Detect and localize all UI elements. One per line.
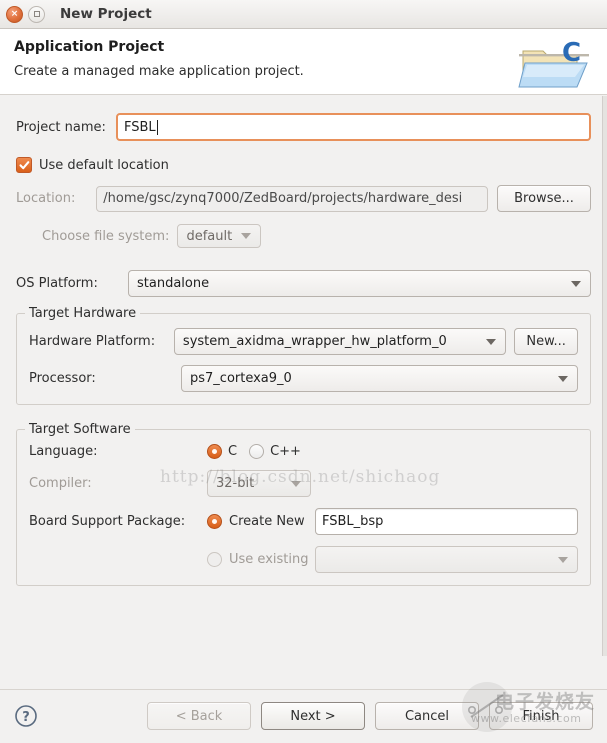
- compiler-label: Compiler:: [29, 476, 207, 491]
- dialog-body: Project name: FSBL Use default location …: [0, 95, 607, 689]
- cancel-button[interactable]: Cancel: [375, 702, 479, 730]
- page-title: Application Project: [14, 39, 593, 55]
- text-caret: [157, 120, 158, 135]
- chevron-down-icon: [558, 557, 568, 563]
- hardware-platform-row: Hardware Platform: system_axidma_wrapper…: [29, 328, 578, 355]
- processor-combo[interactable]: ps7_cortexa9_0: [181, 365, 578, 392]
- page-description: Create a managed make application projec…: [14, 64, 593, 79]
- hardware-platform-combo[interactable]: system_axidma_wrapper_hw_platform_0: [174, 328, 506, 355]
- chevron-down-icon: [291, 481, 301, 487]
- wizard-header: Application Project Create a managed mak…: [0, 29, 607, 95]
- help-question-icon[interactable]: ?: [14, 704, 38, 728]
- location-row: Location: /home/gsc/zynq7000/ZedBoard/pr…: [16, 185, 591, 212]
- location-input: /home/gsc/zynq7000/ZedBoard/projects/har…: [96, 186, 488, 212]
- maximize-icon[interactable]: [28, 6, 45, 23]
- back-button: < Back: [147, 702, 251, 730]
- target-software-group: Target Software Language: C C++ Compiler…: [16, 429, 591, 586]
- close-icon[interactable]: ×: [6, 6, 23, 23]
- bsp-create-new-label: Create New: [229, 514, 315, 529]
- use-default-location-row[interactable]: Use default location: [16, 157, 591, 173]
- use-default-location-label: Use default location: [39, 158, 169, 173]
- bsp-radio-use-existing: [207, 552, 222, 567]
- project-name-value: FSBL: [124, 120, 156, 135]
- bsp-existing-combo: [315, 546, 578, 573]
- project-name-input[interactable]: FSBL: [116, 113, 591, 141]
- project-name-row: Project name: FSBL: [16, 113, 591, 141]
- language-option-c-label: C: [228, 444, 237, 459]
- language-row: Language: C C++: [29, 444, 578, 459]
- dialog-footer: ? < Back Next > Cancel Finish: [0, 689, 607, 742]
- os-platform-row: OS Platform: standalone: [16, 270, 591, 297]
- file-system-value: default: [186, 229, 232, 244]
- radio-dot: [212, 449, 217, 454]
- compiler-combo: 32-bit: [207, 470, 311, 497]
- os-platform-label: OS Platform:: [16, 276, 128, 291]
- bsp-radio-create-new[interactable]: [207, 514, 222, 529]
- bsp-name-input[interactable]: FSBL_bsp: [315, 508, 578, 535]
- project-name-label: Project name:: [16, 120, 116, 135]
- bsp-name-value: FSBL_bsp: [322, 514, 383, 529]
- location-label: Location:: [16, 191, 96, 206]
- language-radio-c[interactable]: [207, 444, 222, 459]
- target-hardware-group: Target Hardware Hardware Platform: syste…: [16, 313, 591, 405]
- use-default-location-checkbox[interactable]: [16, 157, 32, 173]
- window-title: New Project: [60, 6, 152, 22]
- bsp-create-new-row: Board Support Package: Create New FSBL_b…: [29, 508, 578, 535]
- target-software-legend: Target Software: [25, 422, 135, 437]
- title-bar: × New Project: [0, 0, 607, 29]
- compiler-row: Compiler: 32-bit: [29, 470, 578, 497]
- c-project-folder-icon: C: [517, 37, 593, 93]
- bsp-use-existing-label: Use existing: [229, 552, 315, 567]
- language-option-cpp-label: C++: [270, 444, 301, 459]
- location-value: /home/gsc/zynq7000/ZedBoard/projects/har…: [103, 191, 462, 206]
- os-platform-combo[interactable]: standalone: [128, 270, 591, 297]
- language-radio-cpp[interactable]: [249, 444, 264, 459]
- hardware-platform-value: system_axidma_wrapper_hw_platform_0: [183, 334, 447, 349]
- bsp-use-existing-row: Use existing: [29, 546, 578, 573]
- chevron-down-icon: [571, 281, 581, 287]
- maximize-square: [34, 11, 40, 17]
- footer-button-group: < Back Next > Cancel Finish: [147, 702, 593, 730]
- svg-text:?: ?: [22, 710, 30, 725]
- file-system-combo: default: [177, 224, 261, 248]
- check-icon: [19, 160, 30, 171]
- file-system-label: Choose file system:: [42, 229, 169, 244]
- chevron-down-icon: [486, 339, 496, 345]
- vertical-scrollbar[interactable]: [602, 96, 607, 656]
- compiler-value: 32-bit: [216, 476, 254, 491]
- target-hardware-legend: Target Hardware: [25, 306, 140, 321]
- os-platform-value: standalone: [137, 276, 209, 291]
- new-project-dialog: × New Project Application Project Create…: [0, 0, 607, 743]
- bsp-label: Board Support Package:: [29, 514, 207, 529]
- processor-row: Processor: ps7_cortexa9_0: [29, 365, 578, 392]
- file-system-row: Choose file system: default: [16, 224, 591, 248]
- next-button[interactable]: Next >: [261, 702, 365, 730]
- processor-value: ps7_cortexa9_0: [190, 371, 292, 386]
- browse-button[interactable]: Browse...: [497, 185, 591, 212]
- processor-label: Processor:: [29, 371, 181, 386]
- chevron-down-icon: [241, 233, 251, 239]
- hardware-platform-label: Hardware Platform:: [29, 334, 174, 349]
- new-hardware-platform-button[interactable]: New...: [514, 328, 578, 355]
- chevron-down-icon: [558, 376, 568, 382]
- radio-dot: [212, 519, 217, 524]
- language-label: Language:: [29, 444, 207, 459]
- finish-button[interactable]: Finish: [489, 702, 593, 730]
